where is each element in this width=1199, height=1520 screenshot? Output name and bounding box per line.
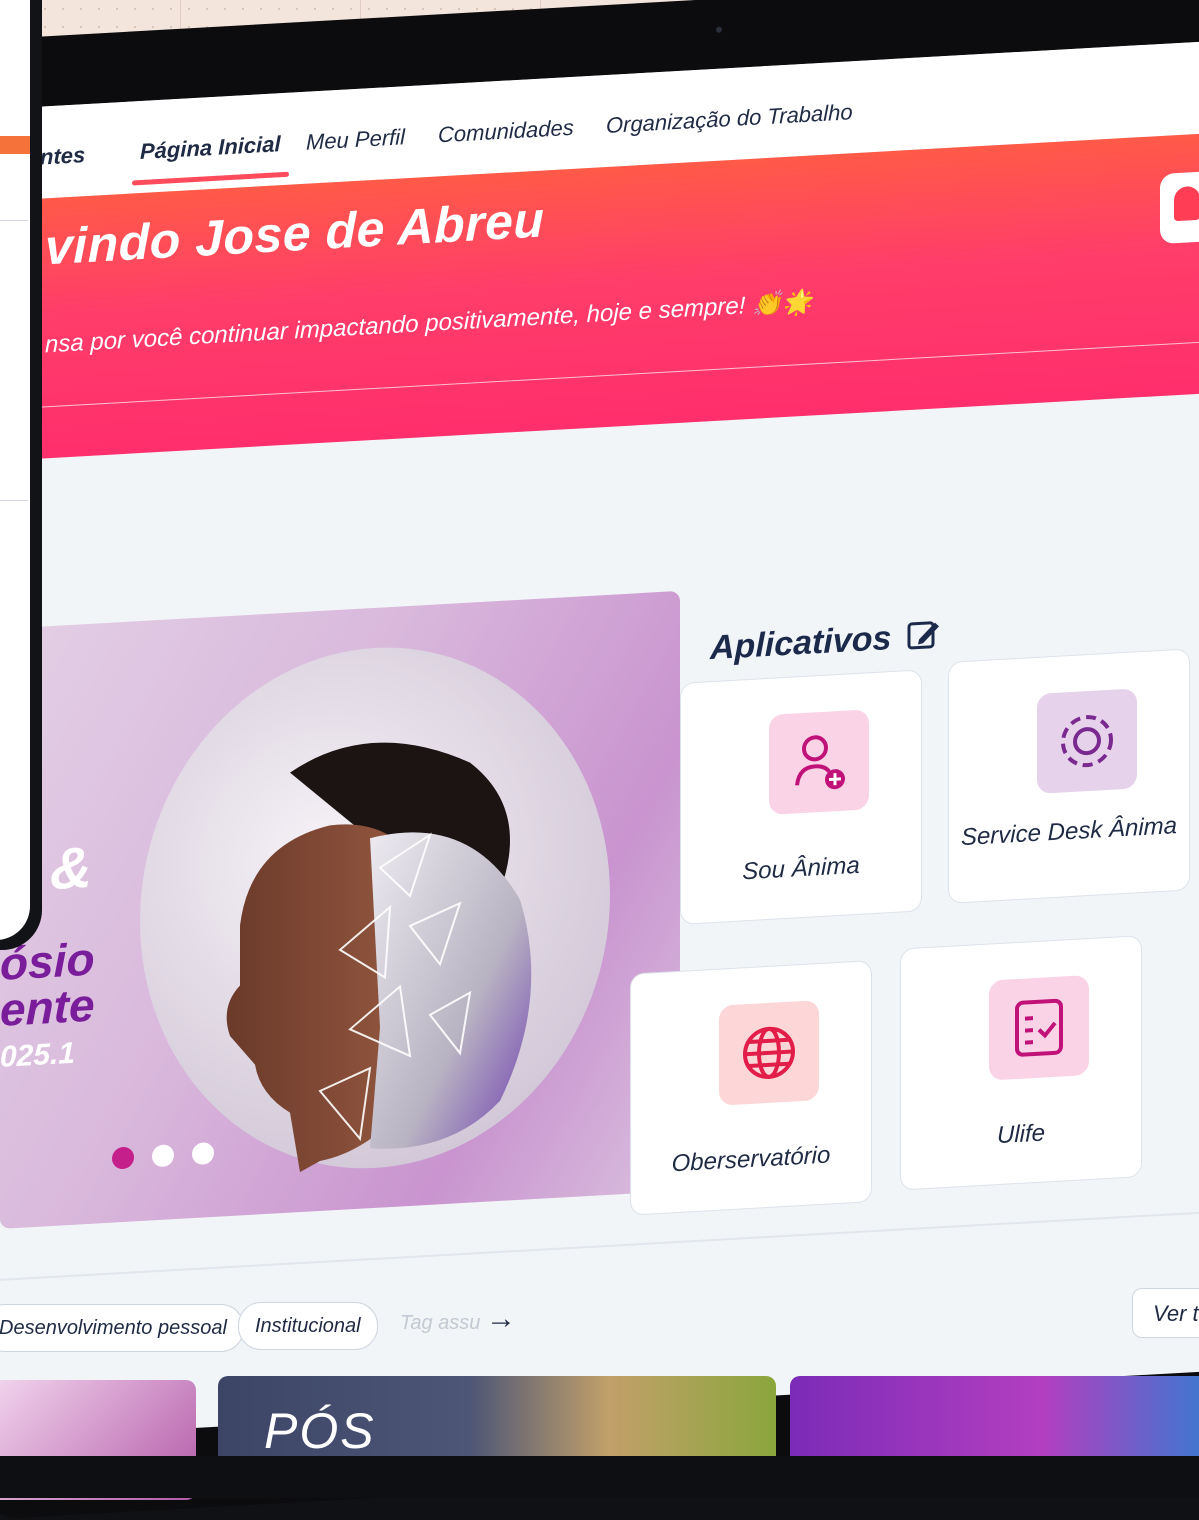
phone-screen <box>0 0 30 940</box>
tag-search-input[interactable]: Tag assu <box>400 1312 480 1335</box>
notifications-button[interactable] <box>1160 170 1199 245</box>
carousel-portrait-image <box>226 742 532 1173</box>
nav-item-partial[interactable]: ntes <box>40 142 85 171</box>
bell-icon <box>1174 185 1199 222</box>
app-card-sou-anima[interactable]: Sou Ânima <box>680 669 922 925</box>
tag-chip-institucional[interactable]: Institucional <box>238 1302 378 1350</box>
arrow-right-icon[interactable]: → <box>486 1302 516 1336</box>
user-add-icon <box>769 709 869 815</box>
checklist-icon <box>989 974 1089 1081</box>
app-label: Sou Ânima <box>742 851 860 886</box>
camera-dot <box>716 26 722 33</box>
carousel-headline-2: ente <box>0 978 95 1036</box>
app-card-service-desk[interactable]: Service Desk Ânima <box>948 648 1190 904</box>
phone-device <box>0 0 42 950</box>
app-card-observatorio[interactable]: Oberservatório <box>630 960 872 1216</box>
nav-item-communities[interactable]: Comunidades <box>438 115 574 149</box>
carousel-dot-1[interactable] <box>112 1146 134 1170</box>
carousel-edition: 025.1 <box>0 1036 76 1074</box>
nav-item-home[interactable]: Página Inicial <box>140 131 281 165</box>
app-label: Ulife <box>996 1119 1045 1150</box>
app-card-ulife[interactable]: Ulife <box>900 935 1142 1191</box>
apps-title: Aplicativos <box>710 619 892 668</box>
app-screen: ntes Página Inicial Meu Perfil Comunidad… <box>0 37 1199 1439</box>
phone-divider <box>0 220 28 221</box>
gear-icon <box>1037 688 1137 794</box>
carousel-ampersand: & <box>50 834 92 903</box>
tablet-device: ntes Página Inicial Meu Perfil Comunidad… <box>0 0 1199 1520</box>
featured-carousel[interactable]: & ósio ente 025.1 <box>0 590 680 1229</box>
globe-icon <box>719 1000 819 1106</box>
phone-accent-bar <box>0 136 30 154</box>
app-label: Oberservatório <box>671 1141 831 1178</box>
nav-item-profile[interactable]: Meu Perfil <box>306 124 405 156</box>
see-all-button[interactable]: Ver to <box>1132 1288 1199 1338</box>
edit-icon[interactable] <box>905 616 941 654</box>
tablet-bottom-bezel <box>0 1456 1199 1498</box>
news-thumb-2-title: PÓS <box>264 1403 376 1459</box>
tag-chip-desenvolvimento[interactable]: Desenvolvimento pessoal <box>0 1304 244 1352</box>
phone-divider <box>0 500 28 501</box>
app-label: Service Desk Ânima <box>960 812 1178 852</box>
nav-item-work-organization[interactable]: Organização do Trabalho <box>606 99 853 139</box>
